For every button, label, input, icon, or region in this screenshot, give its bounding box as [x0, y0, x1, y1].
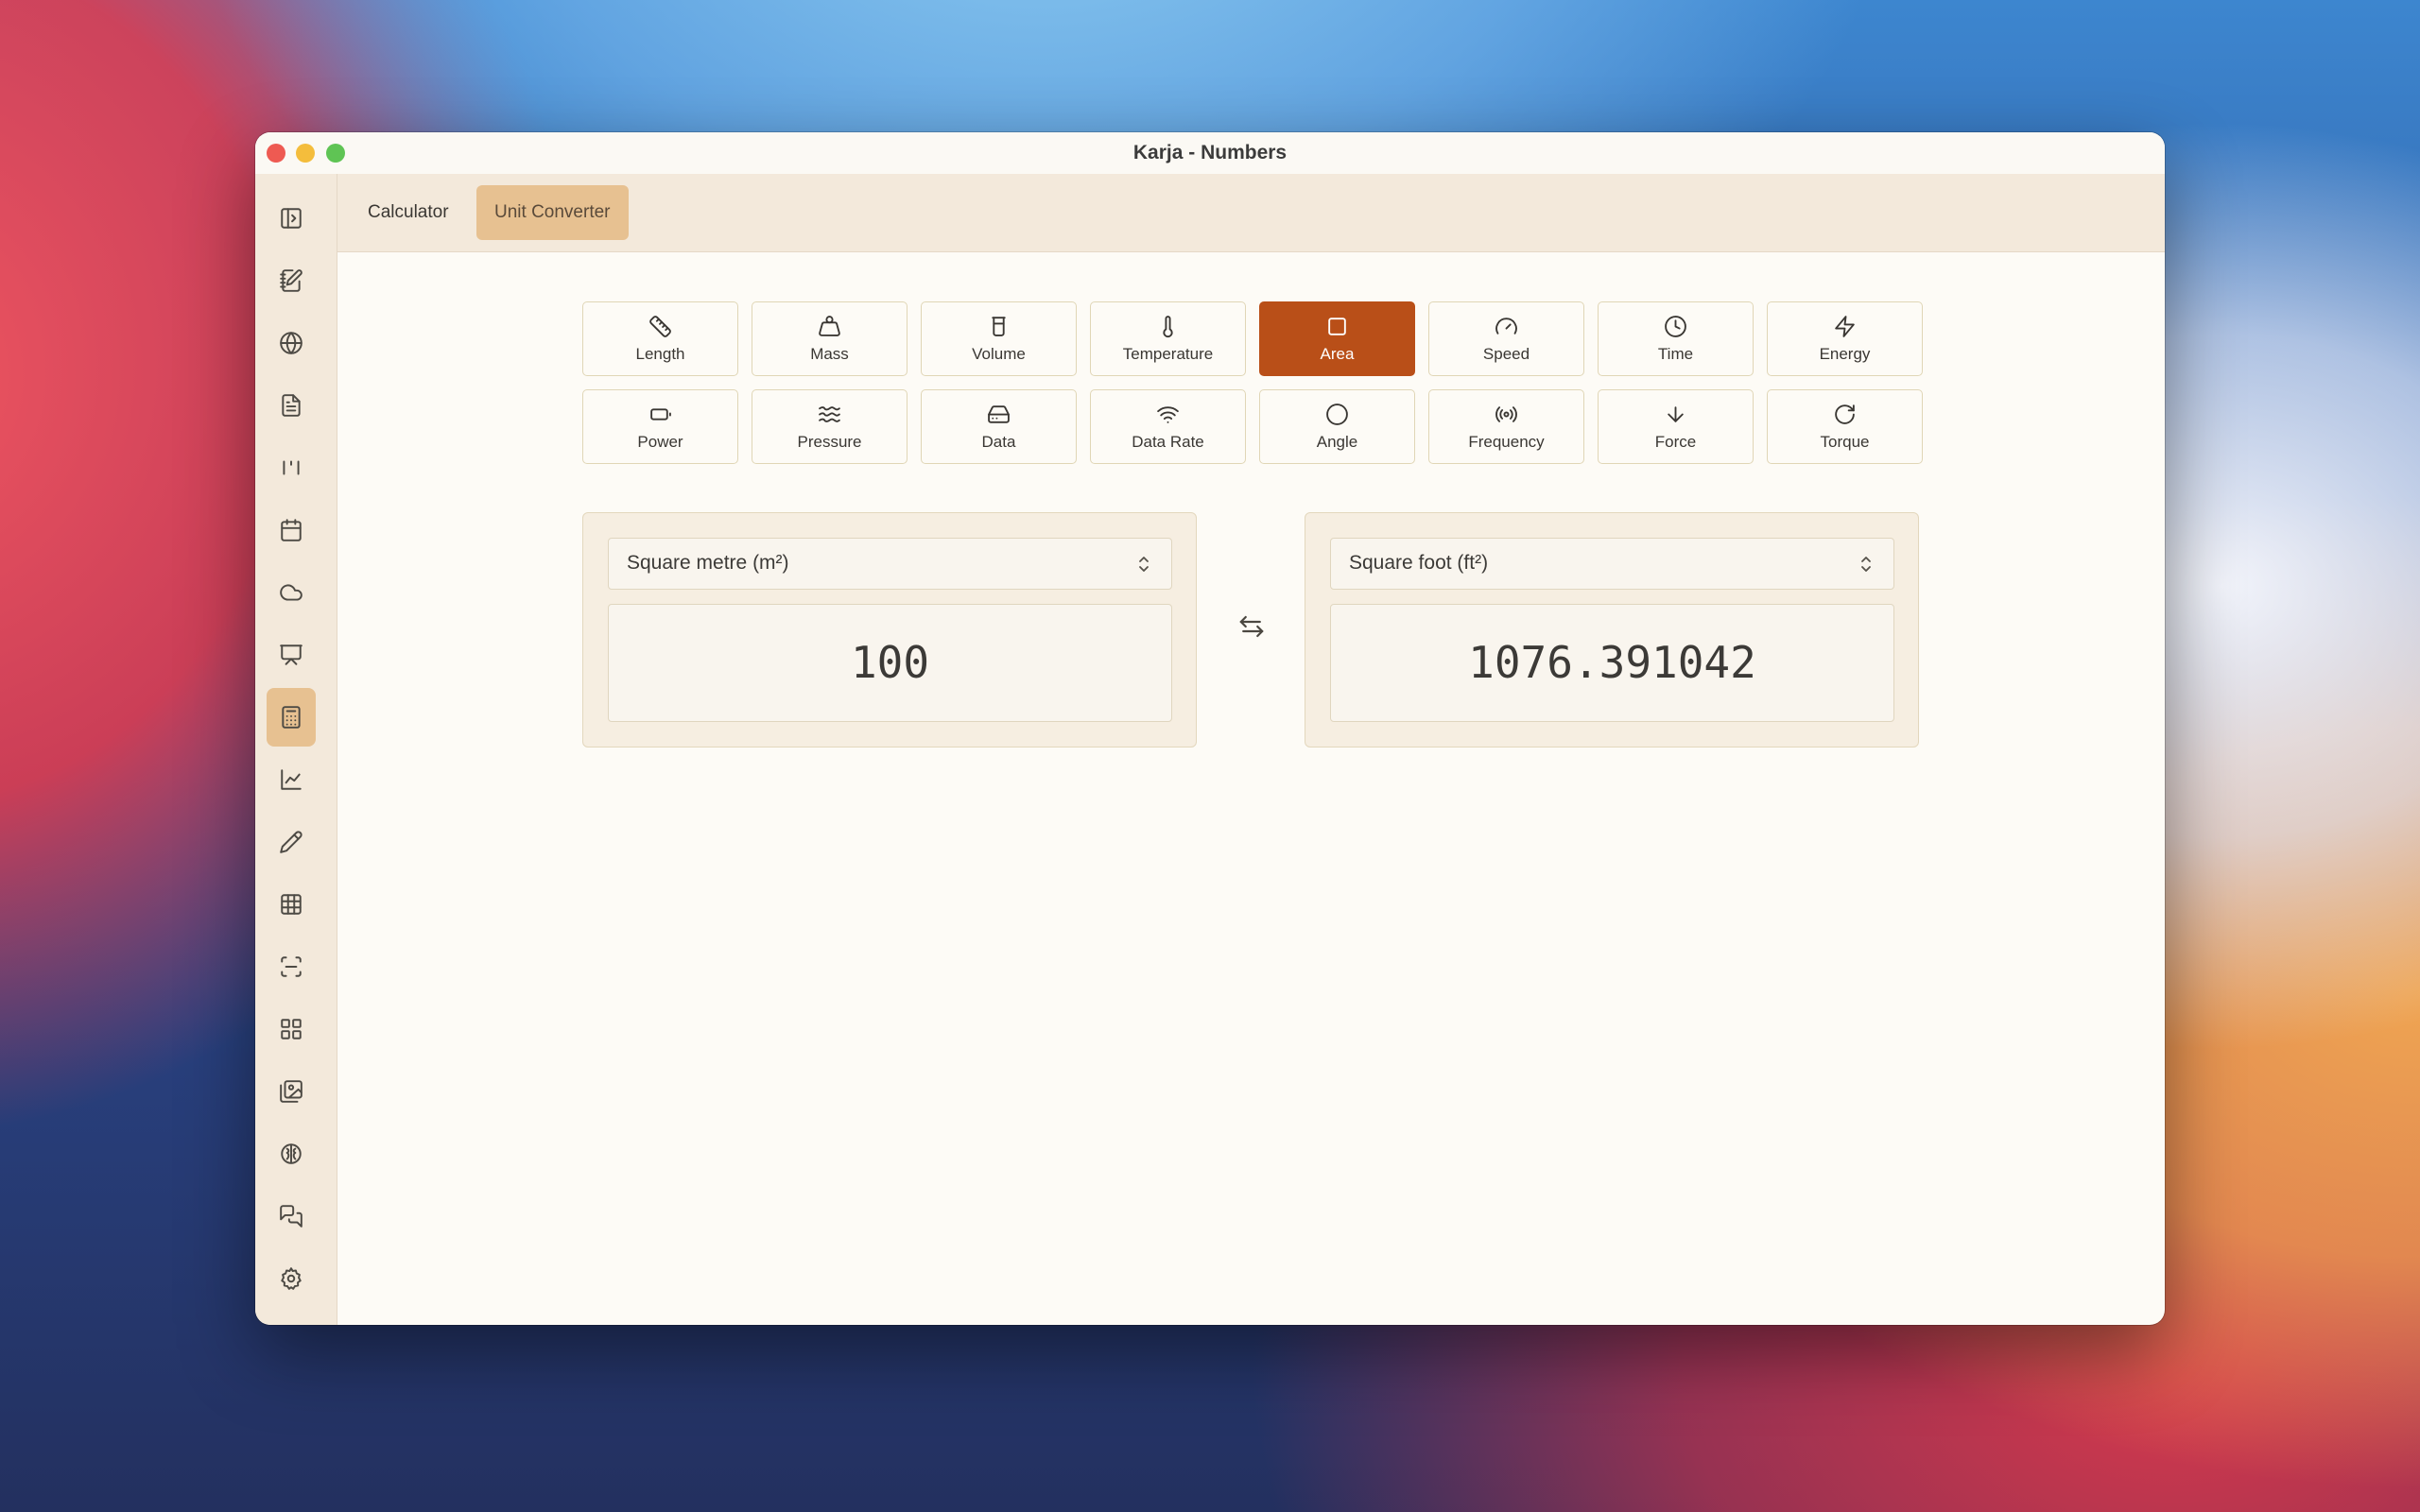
settings-icon[interactable]	[267, 1249, 316, 1308]
from-panel: Square metre (m²) 100	[582, 512, 1197, 747]
images-icon[interactable]	[267, 1062, 316, 1121]
waves-icon	[752, 403, 907, 427]
category-label: Speed	[1482, 345, 1530, 363]
from-unit-label: Square metre (m²)	[627, 552, 789, 574]
presentation-icon[interactable]	[267, 626, 316, 684]
category-label: Power	[637, 433, 683, 451]
swap-arrows-icon[interactable]	[1237, 612, 1266, 641]
category-angle-button[interactable]: Angle	[1259, 389, 1415, 464]
from-unit-select[interactable]: Square metre (m²)	[608, 538, 1172, 590]
cylinder-icon	[922, 315, 1076, 339]
category-label: Torque	[1820, 433, 1870, 451]
category-label: Volume	[972, 345, 1026, 363]
gauge-icon	[1429, 315, 1583, 339]
top-tab-bar: Calculator Unit Converter	[337, 174, 2165, 252]
category-force-button[interactable]: Force	[1598, 389, 1754, 464]
tab-unit-converter[interactable]: Unit Converter	[476, 185, 629, 240]
battery-icon	[583, 403, 737, 427]
document-icon[interactable]	[267, 376, 316, 435]
category-label: Time	[1657, 345, 1694, 363]
hard-drive-icon	[922, 403, 1076, 427]
category-label: Length	[635, 345, 685, 363]
to-panel: Square foot (ft²) 1076.391042	[1305, 512, 1919, 747]
sidebar-toggle-icon[interactable]	[267, 189, 316, 248]
thermometer-icon	[1091, 315, 1245, 339]
line-chart-icon[interactable]	[267, 750, 316, 809]
category-power-button[interactable]: Power	[582, 389, 738, 464]
calendar-icon[interactable]	[267, 501, 316, 559]
brain-icon[interactable]	[267, 1125, 316, 1183]
category-mass-button[interactable]: Mass	[752, 301, 908, 376]
weight-icon	[752, 315, 907, 339]
category-label: Energy	[1819, 345, 1871, 363]
close-window-button[interactable]	[267, 144, 285, 163]
square-icon	[1260, 315, 1414, 339]
category-area-button[interactable]: Area	[1259, 301, 1415, 376]
zap-icon	[1768, 315, 1922, 339]
category-speed-button[interactable]: Speed	[1428, 301, 1584, 376]
wifi-icon	[1091, 403, 1245, 427]
category-label: Area	[1320, 345, 1355, 363]
tab-calculator[interactable]: Calculator	[350, 185, 467, 240]
rotate-cw-icon	[1768, 403, 1922, 427]
chevron-updown-icon	[1139, 557, 1149, 572]
category-data-button[interactable]: Data	[921, 389, 1077, 464]
messages-icon[interactable]	[267, 1187, 316, 1246]
notebook-pen-icon[interactable]	[267, 251, 316, 310]
category-torque-button[interactable]: Torque	[1767, 389, 1923, 464]
to-unit-label: Square foot (ft²)	[1349, 552, 1489, 574]
category-label: Force	[1654, 433, 1697, 451]
category-time-button[interactable]: Time	[1598, 301, 1754, 376]
title-bar: Karja - Numbers	[255, 132, 2165, 174]
calculator-icon[interactable]	[267, 688, 316, 747]
category-volume-button[interactable]: Volume	[921, 301, 1077, 376]
arrow-down-icon	[1599, 403, 1753, 427]
category-length-button[interactable]: Length	[582, 301, 738, 376]
grid-icon[interactable]	[267, 1000, 316, 1058]
from-value-input[interactable]: 100	[608, 604, 1172, 722]
globe-icon[interactable]	[267, 314, 316, 372]
category-temperature-button[interactable]: Temperature	[1090, 301, 1246, 376]
category-label: Temperature	[1122, 345, 1214, 363]
category-label: Data Rate	[1132, 433, 1204, 451]
maximize-window-button[interactable]	[326, 144, 345, 163]
category-label: Mass	[810, 345, 849, 363]
text-cursor-icon[interactable]	[267, 438, 316, 497]
cloud-icon[interactable]	[267, 563, 316, 622]
category-pressure-button[interactable]: Pressure	[752, 389, 908, 464]
pencil-icon[interactable]	[267, 813, 316, 871]
minimize-window-button[interactable]	[296, 144, 315, 163]
category-frequency-button[interactable]: Frequency	[1428, 389, 1584, 464]
table-icon[interactable]	[267, 875, 316, 934]
ruler-icon	[583, 315, 737, 339]
category-label: Frequency	[1468, 433, 1545, 451]
chevron-updown-icon	[1861, 557, 1871, 572]
clock-icon	[1599, 315, 1753, 339]
category-energy-button[interactable]: Energy	[1767, 301, 1923, 376]
category-label: Angle	[1316, 433, 1358, 451]
radio-icon	[1429, 403, 1583, 427]
sidebar	[255, 174, 337, 1325]
scan-icon[interactable]	[267, 937, 316, 996]
window-title: Karja - Numbers	[1132, 142, 1288, 163]
app-window: Karja - Numbers Calculator Unit Converte…	[255, 132, 2165, 1325]
category-data-rate-button[interactable]: Data Rate	[1090, 389, 1246, 464]
circle-icon	[1260, 403, 1414, 427]
to-value-output[interactable]: 1076.391042	[1330, 604, 1894, 722]
to-unit-select[interactable]: Square foot (ft²)	[1330, 538, 1894, 590]
category-label: Data	[981, 433, 1016, 451]
category-label: Pressure	[797, 433, 862, 451]
